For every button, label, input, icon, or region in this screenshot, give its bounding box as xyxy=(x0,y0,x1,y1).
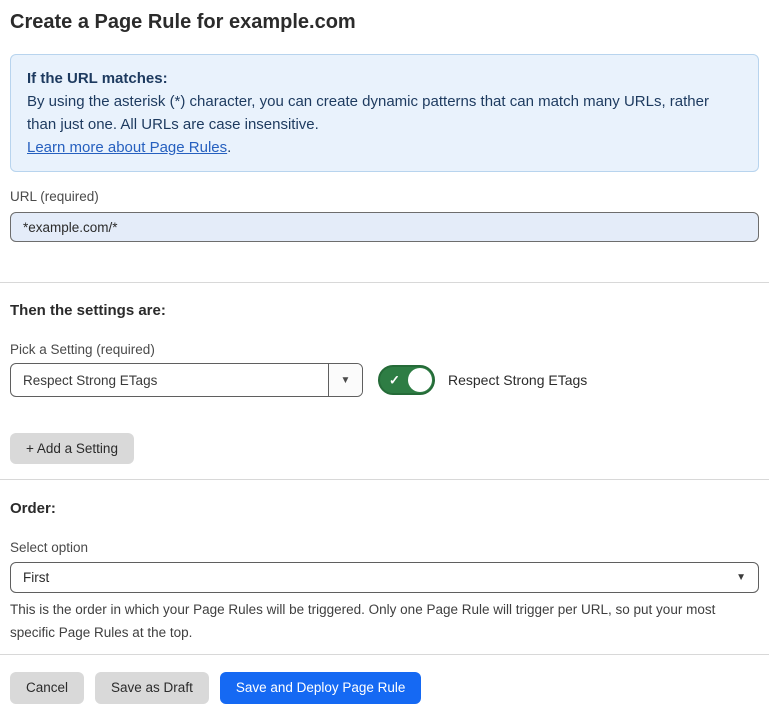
info-box-link-line: Learn more about Page Rules. xyxy=(27,136,742,159)
setting-dropdown-arrow-button[interactable]: ▼ xyxy=(328,364,362,396)
info-box-heading: If the URL matches: xyxy=(27,67,742,90)
chevron-down-icon: ▼ xyxy=(736,572,746,583)
section-divider xyxy=(0,479,769,480)
order-section-heading: Order: xyxy=(10,499,759,518)
url-match-info-box: If the URL matches: By using the asteris… xyxy=(10,54,759,172)
order-select[interactable]: First ▼ xyxy=(10,562,759,593)
section-divider xyxy=(0,654,769,655)
url-input[interactable] xyxy=(10,212,759,242)
setting-toggle[interactable]: ✓ xyxy=(378,365,435,395)
page-title: Create a Page Rule for example.com xyxy=(10,10,759,34)
action-buttons-row: Cancel Save as Draft Save and Deploy Pag… xyxy=(10,672,759,704)
learn-more-link[interactable]: Learn more about Page Rules xyxy=(27,139,227,156)
cancel-button[interactable]: Cancel xyxy=(10,672,84,704)
save-and-deploy-button[interactable]: Save and Deploy Page Rule xyxy=(220,672,422,704)
toggle-label: Respect Strong ETags xyxy=(448,372,587,388)
toggle-knob xyxy=(408,368,432,392)
chevron-down-icon: ▼ xyxy=(341,375,351,386)
link-suffix: . xyxy=(227,139,231,156)
info-box-body: By using the asterisk (*) character, you… xyxy=(27,90,742,136)
setting-dropdown[interactable]: Respect Strong ETags ▼ xyxy=(10,363,363,397)
setting-row: Respect Strong ETags ▼ ✓ Respect Strong … xyxy=(10,363,759,397)
save-as-draft-button[interactable]: Save as Draft xyxy=(95,672,209,704)
setting-dropdown-value: Respect Strong ETags xyxy=(11,364,328,396)
check-icon: ✓ xyxy=(389,374,400,387)
order-help-text: This is the order in which your Page Rul… xyxy=(10,598,755,644)
select-option-label: Select option xyxy=(10,539,759,557)
create-page-rule-form: Create a Page Rule for example.com If th… xyxy=(0,0,769,719)
section-divider xyxy=(0,282,769,283)
add-setting-button[interactable]: + Add a Setting xyxy=(10,433,134,464)
url-field-label: URL (required) xyxy=(10,188,759,206)
pick-setting-label: Pick a Setting (required) xyxy=(10,341,759,359)
settings-section-heading: Then the settings are: xyxy=(10,301,759,320)
order-select-value: First xyxy=(23,570,49,585)
